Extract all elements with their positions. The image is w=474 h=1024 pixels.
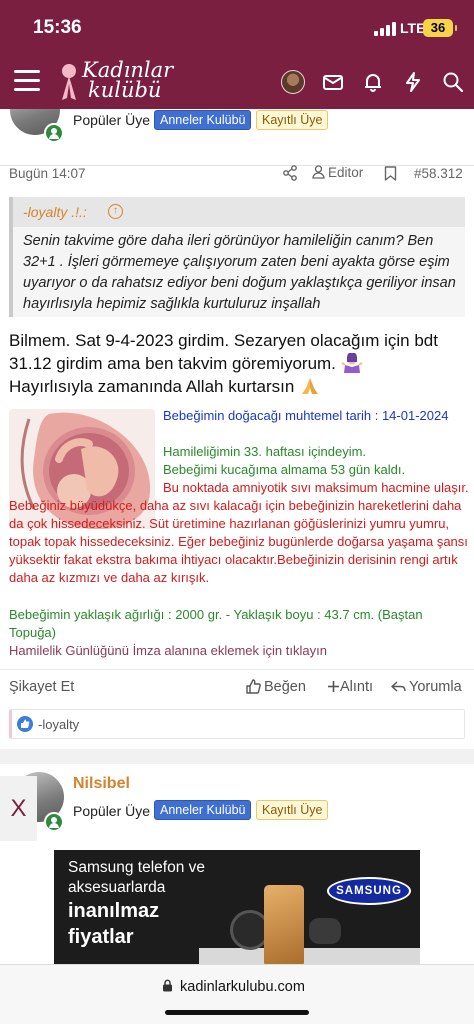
ad-line3: inanılmaz xyxy=(68,900,160,922)
network-label: LTE xyxy=(400,20,426,36)
logo-line2: kulübü xyxy=(88,78,162,102)
badge-kayitli-uye: Kayıtlı Üye xyxy=(256,110,329,130)
earbuds-product-image xyxy=(309,918,341,944)
samsung-ad-banner[interactable]: Samsung telefon ve aksesuarlarda inanılm… xyxy=(54,850,420,964)
bookmark-icon[interactable] xyxy=(384,166,397,181)
user-title: Popüler Üye xyxy=(73,803,151,819)
badge-anneler-kulubu: Anneler Kulübü xyxy=(154,800,252,820)
editor-label: Editor xyxy=(328,165,364,180)
mail-icon[interactable] xyxy=(322,71,344,93)
user-title: Popüler Üye xyxy=(73,112,151,128)
post-body-line2: Hayırlısıyla zamanında Allah kurtarsın xyxy=(9,377,295,396)
samsung-logo: SAMSUNG xyxy=(327,877,411,905)
report-button[interactable]: Şikayet Et xyxy=(9,679,74,695)
praying-hands-emoji-icon xyxy=(302,378,319,394)
next-post-username[interactable]: Nilsibel xyxy=(73,775,130,793)
ad-line1: Samsung telefon ve xyxy=(68,859,206,876)
lock-icon xyxy=(163,979,172,992)
like-button[interactable]: Beğen xyxy=(264,679,306,695)
post-card: Popüler Üye Anneler Kulübü Kayıtlı Üye B… xyxy=(0,109,474,749)
go-to-quote-icon[interactable]: ↑ xyxy=(108,204,123,219)
shrug-emoji-icon xyxy=(341,353,363,373)
ad-product-shelf xyxy=(199,948,420,964)
reply-button[interactable]: Yorumla xyxy=(409,679,462,695)
badge-anneler-kulubu: Anneler Kulübü xyxy=(154,110,252,130)
quote-text: Senin takvime göre daha ileri görünüyor … xyxy=(23,233,456,312)
post-date[interactable]: Bugün 14:07 xyxy=(9,166,86,181)
ad-text: Samsung telefon ve aksesuarlarda inanılm… xyxy=(68,858,248,950)
battery-icon: 36 xyxy=(423,19,457,37)
signature-info: Bu noktada amniyotik sıvı maksimum hacmi… xyxy=(9,480,469,585)
status-time: 15:36 xyxy=(33,17,82,38)
signature-week: Hamileliğimin 33. haftası içindeyim. xyxy=(163,444,367,459)
quote-header: -loyalty .!.: ↑ xyxy=(13,197,465,227)
signal-icon xyxy=(374,22,396,36)
thumbs-up-icon[interactable] xyxy=(245,678,262,695)
site-logo[interactable]: Kadınlar kulübü xyxy=(82,60,173,102)
nav-bar: Kadınlar kulübü xyxy=(0,56,474,109)
quote-button[interactable]: Alıntı xyxy=(340,679,373,695)
status-bar: 15:36 LTE 36 xyxy=(0,0,474,56)
post-number[interactable]: #58.312 xyxy=(414,166,463,181)
home-indicator[interactable] xyxy=(165,1010,309,1015)
phone-product-image xyxy=(264,885,304,964)
url-text[interactable]: kadinlarkulubu.com xyxy=(180,979,305,995)
signature-due-date: Bebeğimin doğacağı muhtemel tarih : 14-0… xyxy=(163,408,449,423)
signature-size: Bebeğimin yaklaşık ağırlığı : 2000 gr. -… xyxy=(9,607,423,640)
search-icon[interactable] xyxy=(442,71,464,93)
badge-kayitli-uye: Kayıtlı Üye xyxy=(256,800,329,820)
user-icon xyxy=(312,165,325,179)
reaction-user[interactable]: -loyalty xyxy=(38,717,79,732)
online-status-icon xyxy=(44,123,64,143)
menu-icon[interactable] xyxy=(14,70,40,92)
like-reaction-icon xyxy=(17,716,33,732)
quote-author[interactable]: -loyalty .!.: xyxy=(23,204,87,220)
signature-days-left: Bebeğimi kucağıma almama 53 gün kaldı. xyxy=(163,462,406,477)
app-header: 15:36 LTE 36 Kadınlar kulübü xyxy=(0,0,474,109)
post-body: Bilmem. Sat 9-4-2023 girdim. Sezaryen ol… xyxy=(9,329,469,398)
divider xyxy=(0,669,474,670)
reply-icon[interactable] xyxy=(390,678,407,695)
ad-line2: aksesuarlarda xyxy=(68,879,166,896)
ad-line4: fiyatlar xyxy=(68,926,134,948)
ribbon-logo-icon xyxy=(62,64,76,100)
browser-address-bar[interactable]: kadinlarkulubu.com xyxy=(0,964,474,1024)
quote-block[interactable]: -loyalty .!.: ↑ Senin takvime göre daha … xyxy=(9,197,465,317)
post-body-line1: Bilmem. Sat 9-4-2023 girdim. Sezaryen ol… xyxy=(9,331,438,373)
editor-link[interactable]: Editor xyxy=(312,165,363,180)
reactions-bar[interactable]: -loyalty xyxy=(9,709,465,739)
avatar[interactable] xyxy=(281,70,305,94)
signature-link[interactable]: Hamilelik Günlüğünü İmza alanına eklemek… xyxy=(9,643,469,658)
bell-icon[interactable] xyxy=(362,71,384,93)
bolt-icon[interactable] xyxy=(402,71,424,93)
thread-content[interactable]: Popüler Üye Anneler Kulübü Kayıtlı Üye B… xyxy=(0,109,474,964)
online-status-icon xyxy=(44,812,64,832)
close-icon[interactable]: X xyxy=(0,776,37,841)
share-icon[interactable] xyxy=(282,165,298,181)
